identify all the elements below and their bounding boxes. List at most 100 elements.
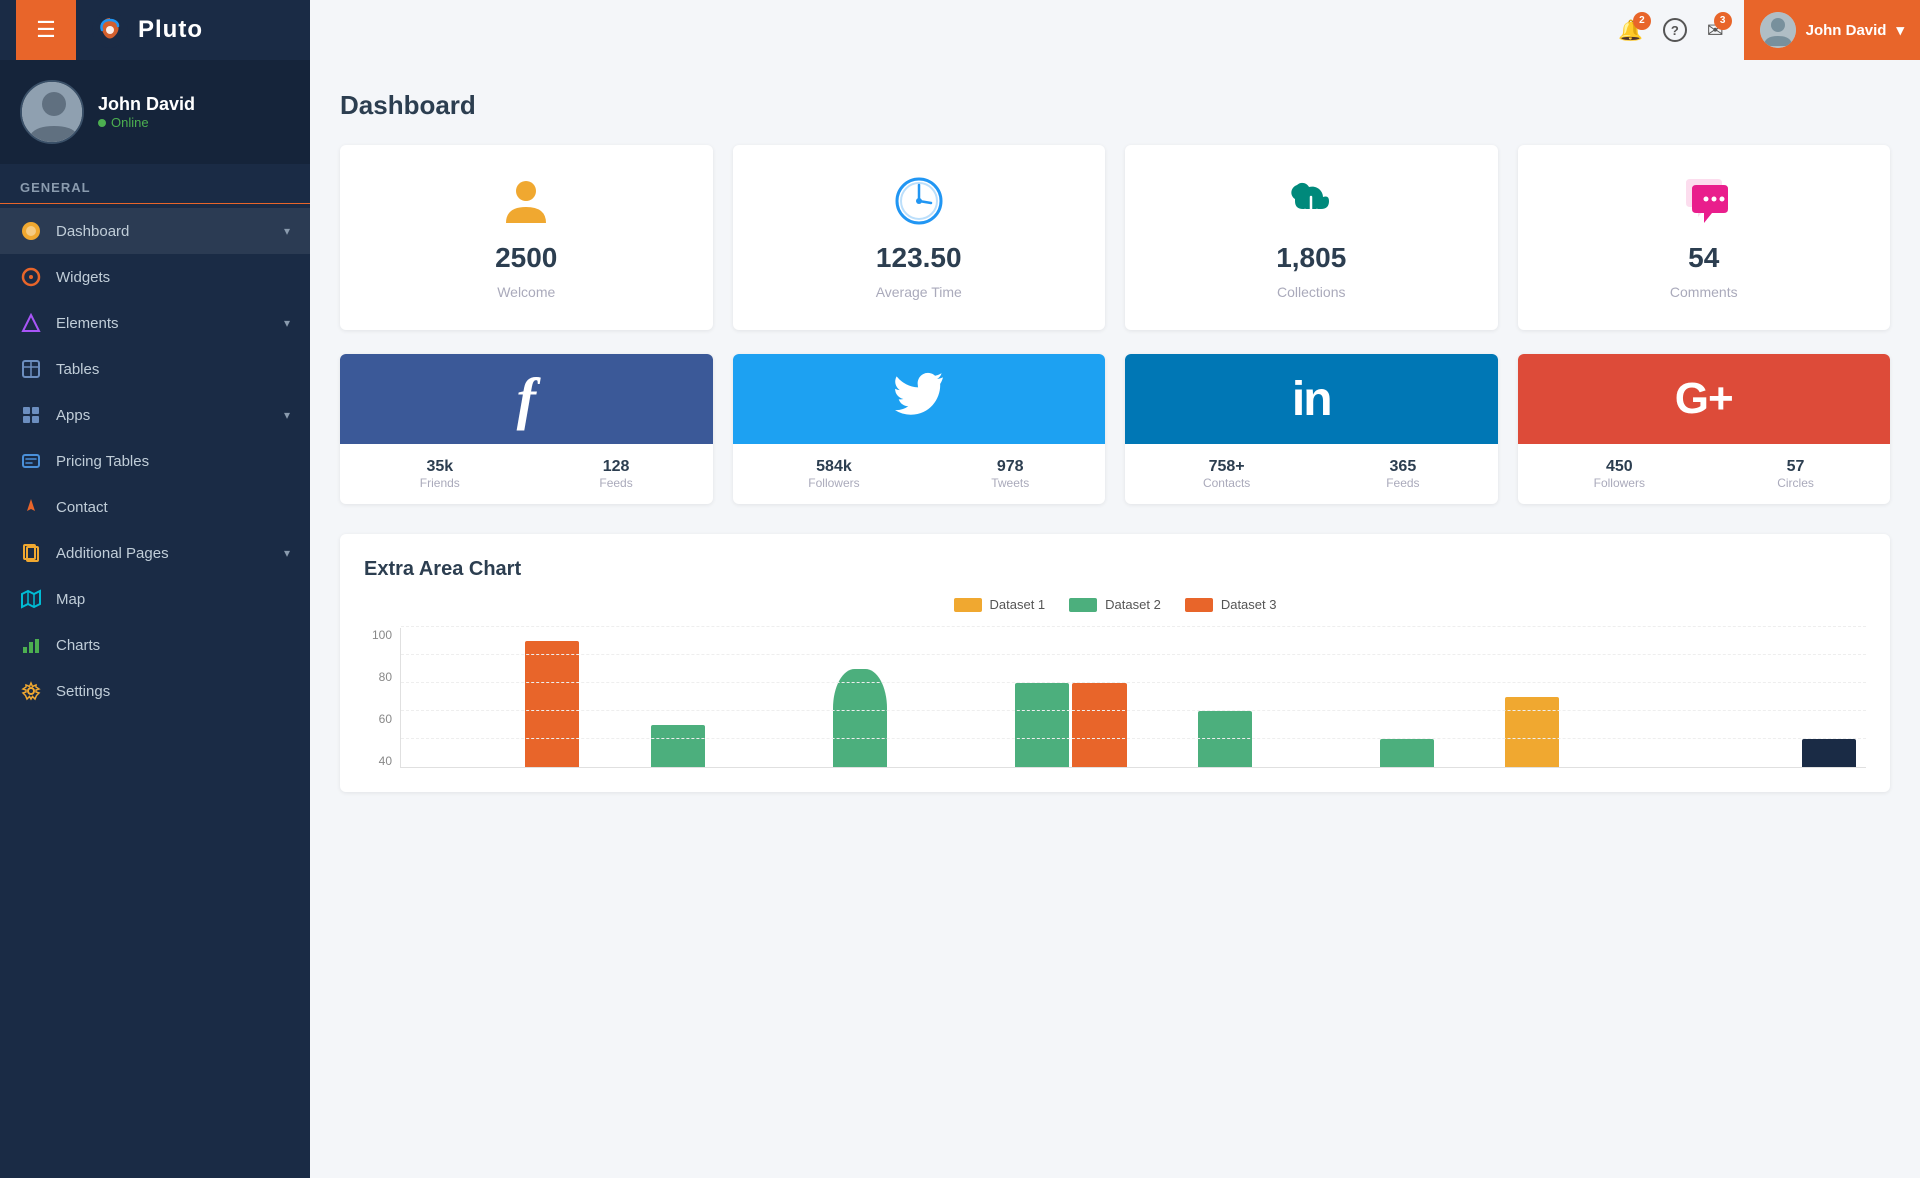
facebook-friends: 35k Friends [420, 458, 460, 490]
grid-line-20 [401, 738, 1866, 739]
sidebar-item-tables[interactable]: Tables [0, 346, 310, 392]
bar-7-d1 [1505, 697, 1559, 767]
twitter-followers-label: Followers [808, 476, 859, 490]
messages-button[interactable]: ✉ 3 [1707, 18, 1724, 43]
bar-group-5 [1141, 711, 1309, 767]
charts-label: Charts [56, 637, 100, 654]
chart-section: Extra Area Chart Dataset 1 Dataset 2 Dat… [340, 534, 1890, 792]
map-label: Map [56, 591, 85, 608]
sidebar-section-label: General [0, 164, 310, 204]
facebook-friends-value: 35k [426, 458, 453, 476]
twitter-header [733, 354, 1106, 444]
legend-label-dataset2: Dataset 2 [1105, 597, 1161, 612]
linkedin-stats: 758+ Contacts 365 Feeds [1125, 444, 1498, 504]
stat-card-collections: 1,805 Collections [1125, 145, 1498, 330]
additional-pages-icon [20, 542, 42, 564]
charts-icon [20, 634, 42, 656]
facebook-feeds-label: Feeds [599, 476, 632, 490]
sidebar-item-additional-pages[interactable]: Additional Pages ▾ [0, 530, 310, 576]
apps-arrow: ▾ [284, 408, 290, 422]
cloud-download-icon [1285, 175, 1337, 232]
sidebar-item-widgets[interactable]: Widgets [0, 254, 310, 300]
pricing-tables-icon [20, 450, 42, 472]
contact-label: Contact [56, 499, 108, 516]
twitter-tweets: 978 Tweets [991, 458, 1029, 490]
legend-item-dataset2: Dataset 2 [1069, 597, 1161, 612]
collections-label: Collections [1277, 284, 1345, 300]
sidebar-item-elements[interactable]: Elements ▾ [0, 300, 310, 346]
googleplus-followers-value: 450 [1606, 458, 1633, 476]
twitter-tweets-value: 978 [997, 458, 1024, 476]
googleplus-header: G+ [1518, 354, 1891, 444]
comments-value: 54 [1688, 242, 1719, 274]
additional-pages-label: Additional Pages [56, 545, 169, 562]
sidebar-item-pricing-tables[interactable]: Pricing Tables [0, 438, 310, 484]
chart-bars-area [400, 628, 1866, 768]
dashboard-arrow: ▾ [284, 224, 290, 238]
profile-info: John David Online [98, 94, 195, 130]
logo-text: Pluto [138, 16, 203, 44]
notification-button[interactable]: 🔔 2 [1618, 18, 1643, 43]
profile-status: Online [98, 115, 195, 130]
hamburger-button[interactable]: ☰ [16, 0, 76, 60]
tables-icon [20, 358, 42, 380]
chart-wrapper: 100 80 60 40 [364, 628, 1866, 768]
user-avatar-small [1760, 12, 1796, 48]
twitter-followers: 584k Followers [808, 458, 859, 490]
main-layout: John David Online General Dashboard ▾ [0, 60, 1920, 1178]
widgets-label: Widgets [56, 269, 110, 286]
chat-icon [1678, 175, 1730, 232]
header-icons: 🔔 2 ? ✉ 3 [1598, 18, 1744, 43]
twitter-stats: 584k Followers 978 Tweets [733, 444, 1106, 504]
googleplus-icon: G+ [1675, 374, 1733, 424]
grid-line-40 [401, 710, 1866, 711]
twitter-tweets-label: Tweets [991, 476, 1029, 490]
social-card-linkedin: in 758+ Contacts 365 Feeds [1125, 354, 1498, 504]
content-area: Dashboard 2500 Welcome [310, 60, 1920, 1178]
sidebar-item-settings[interactable]: Settings [0, 668, 310, 714]
map-icon [20, 588, 42, 610]
sidebar-item-contact[interactable]: Contact [0, 484, 310, 530]
stat-card-average-time: 123.50 Average Time [733, 145, 1106, 330]
header-logo-area: ☰ Pluto [0, 0, 310, 60]
sidebar-item-dashboard[interactable]: Dashboard ▾ [0, 208, 310, 254]
social-card-googleplus: G+ 450 Followers 57 Circles [1518, 354, 1891, 504]
grid-line-100 [401, 626, 1866, 627]
elements-icon [20, 312, 42, 334]
collections-value: 1,805 [1276, 242, 1346, 274]
twitter-followers-value: 584k [816, 458, 852, 476]
chart-legend: Dataset 1 Dataset 2 Dataset 3 [364, 597, 1866, 612]
comments-label: Comments [1670, 284, 1738, 300]
linkedin-contacts-value: 758+ [1209, 458, 1245, 476]
clock-icon [893, 175, 945, 232]
logo-icon [92, 12, 128, 48]
grid-line-60 [401, 682, 1866, 683]
page-title: Dashboard [340, 90, 1890, 121]
grid-line-80 [401, 654, 1866, 655]
additional-pages-arrow: ▾ [284, 546, 290, 560]
social-card-facebook: f 35k Friends 128 Feeds [340, 354, 713, 504]
contact-icon [20, 496, 42, 518]
googleplus-circles-label: Circles [1777, 476, 1814, 490]
legend-item-dataset1: Dataset 1 [954, 597, 1046, 612]
linkedin-header: in [1125, 354, 1498, 444]
bar-4-d3 [1072, 683, 1126, 767]
avatar-image [1760, 12, 1796, 48]
chart-title: Extra Area Chart [364, 558, 1866, 581]
sidebar-nav: Dashboard ▾ Widgets Elements ▾ [0, 208, 310, 714]
stat-card-welcome: 2500 Welcome [340, 145, 713, 330]
user-area[interactable]: John David ▾ [1744, 0, 1920, 60]
linkedin-feeds: 365 Feeds [1386, 458, 1419, 490]
pricing-tables-label: Pricing Tables [56, 453, 149, 470]
twitter-icon [893, 369, 945, 429]
help-button[interactable]: ? [1663, 18, 1687, 42]
widgets-icon [20, 266, 42, 288]
sidebar-item-apps[interactable]: Apps ▾ [0, 392, 310, 438]
sidebar-item-map[interactable]: Map [0, 576, 310, 622]
legend-color-dataset3 [1185, 598, 1213, 612]
apps-icon [20, 404, 42, 426]
sidebar-item-charts[interactable]: Charts [0, 622, 310, 668]
profile-avatar-image [22, 82, 84, 144]
facebook-friends-label: Friends [420, 476, 460, 490]
bar-group-1 [411, 641, 579, 767]
